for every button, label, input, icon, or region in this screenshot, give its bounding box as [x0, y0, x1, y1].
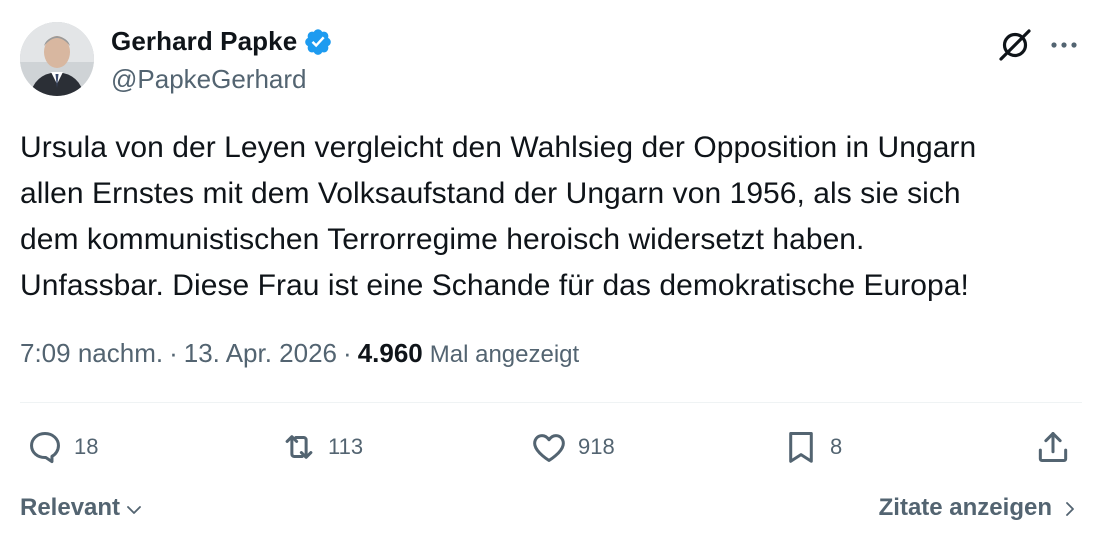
like-button[interactable]: 918 [530, 428, 615, 466]
sort-label: Relevant [20, 494, 121, 521]
repost-icon [285, 435, 313, 459]
bookmark-button[interactable]: 8 [782, 428, 842, 466]
author-name-row: Gerhard Papke [111, 26, 333, 57]
like-icon [533, 434, 565, 462]
bookmark-icon [789, 432, 813, 463]
tweet-date[interactable]: 13. Apr. 2026 [184, 338, 337, 369]
tweet-text: Ursula von der Leyen vergleicht den Wahl… [20, 125, 1082, 309]
meta-separator: · [169, 338, 178, 368]
meta-separator: · [343, 338, 352, 368]
repost-button[interactable]: 113 [280, 428, 363, 466]
tweet-meta: 7:09 nachm. · 13. Apr. 2026 · 4.960 Mal … [20, 338, 579, 369]
bookmark-count: 8 [830, 434, 843, 459]
chevron-down-icon [127, 506, 141, 514]
reply-button[interactable]: 18 [26, 428, 98, 466]
chevron-right-icon [1066, 502, 1074, 516]
sort-dropdown[interactable]: Relevant [20, 494, 144, 522]
divider [20, 402, 1082, 403]
tweet-time[interactable]: 7:09 nachm. [20, 338, 163, 369]
view-quotes-link[interactable]: Zitate anzeigen [879, 494, 1080, 522]
quotes-label: Zitate anzeigen [878, 494, 1052, 521]
author-handle[interactable]: @PapkeGerhard [111, 64, 307, 95]
grok-icon[interactable] [996, 26, 1034, 64]
reply-count: 18 [74, 434, 99, 459]
tweet-line: Ursula von der Leyen vergleicht den Wahl… [20, 131, 977, 164]
tweet-line: allen Ernstes mit dem Volksaufstand der … [20, 177, 961, 210]
like-count: 918 [578, 434, 615, 459]
verified-badge-icon[interactable] [303, 27, 333, 57]
more-icon[interactable] [1048, 32, 1080, 58]
tweet-line: Unfassbar. Diese Frau ist eine Schande f… [20, 269, 969, 302]
views-count[interactable]: 4.960 [358, 338, 423, 369]
share-button[interactable] [1034, 428, 1072, 466]
avatar[interactable] [20, 22, 94, 96]
share-icon [1038, 432, 1068, 462]
views-label[interactable]: Mal angezeigt [430, 341, 579, 369]
author-name[interactable]: Gerhard Papke [111, 26, 297, 57]
repost-count: 113 [328, 434, 364, 459]
tweet-line: dem kommunistischen Terrorregime heroisc… [20, 223, 865, 256]
reply-icon [30, 432, 60, 464]
